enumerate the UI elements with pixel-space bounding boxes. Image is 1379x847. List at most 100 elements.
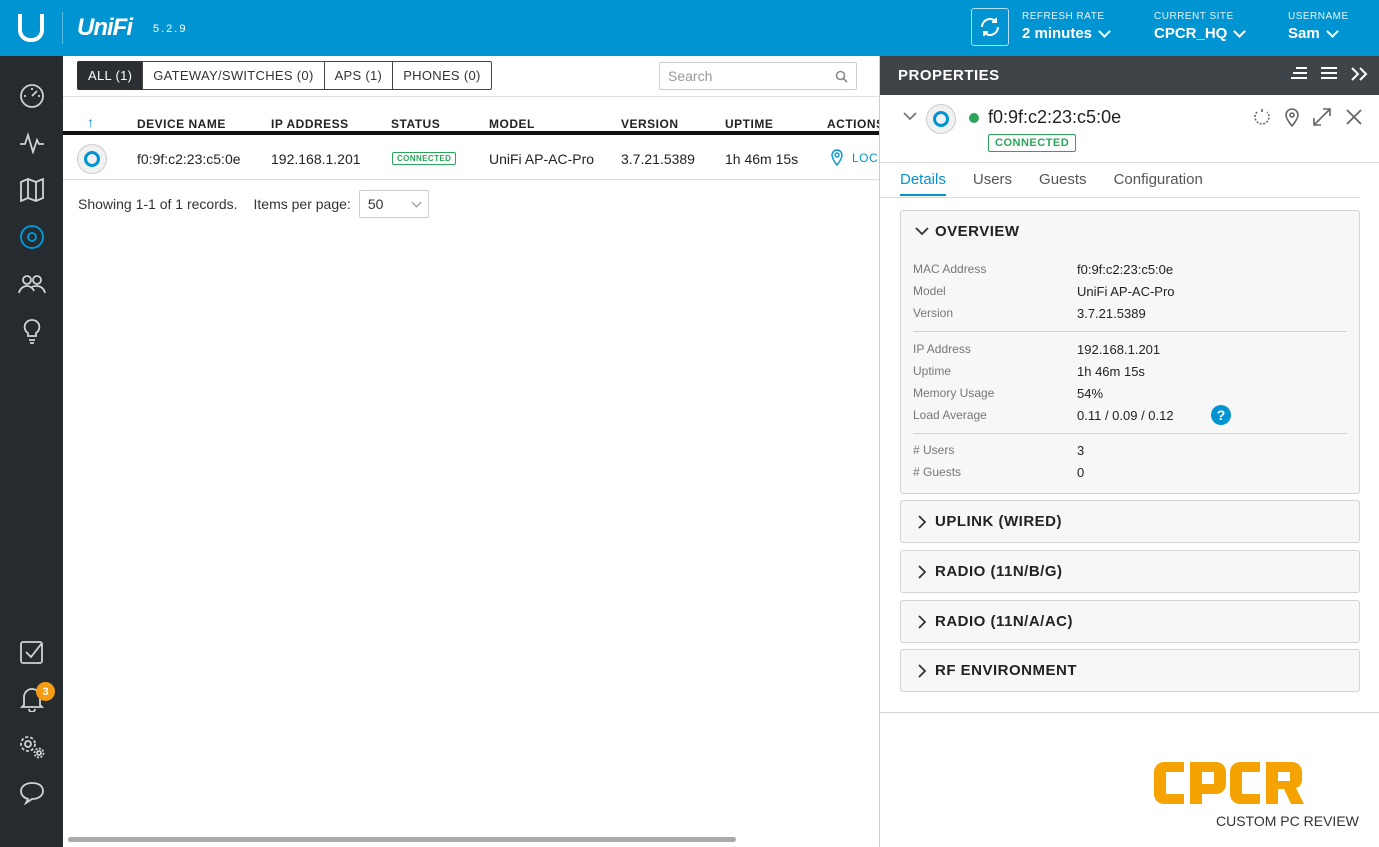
help-icon[interactable]: ? [1211,405,1231,425]
radio-nac-section[interactable]: RADIO (11N/A/AC) [900,600,1360,643]
sidebar-item-dashboard[interactable] [0,73,63,119]
close-icon[interactable] [1344,107,1364,127]
col-status[interactable]: STATUS [391,117,440,131]
mac-address-label: MAC Address [913,262,987,276]
chevron-down-icon[interactable] [902,110,918,122]
rf-environment-section[interactable]: RF ENVIRONMENT [900,649,1360,692]
filter-aps[interactable]: APS (1) [323,61,394,90]
sidebar-item-clients[interactable] [0,261,63,307]
sidebar: 3 [0,56,63,847]
alert-count-badge: 3 [36,682,55,701]
model-value: UniFi AP-AC-Pro [1077,284,1175,299]
support-chat-icon [19,782,44,805]
refresh-button[interactable] [971,8,1009,46]
filter-phones[interactable]: PHONES (0) [392,61,492,90]
chevron-right-icon [918,515,927,529]
tab-configuration[interactable]: Configuration [1114,171,1203,196]
uptime-value: 1h 46m 15s [1077,364,1145,379]
sidebar-item-devices[interactable] [0,214,63,260]
sidebar-item-map[interactable] [0,167,63,213]
current-site-select[interactable]: CURRENT SITE CPCR_HQ [1154,11,1247,42]
col-device-name[interactable]: DEVICE NAME [137,117,226,131]
current-site-value: CPCR_HQ [1154,25,1228,42]
sidebar-item-settings[interactable] [0,723,63,769]
ip-address-label: IP Address [913,342,971,356]
chevron-down-icon [411,197,422,207]
radio-ng-section[interactable]: RADIO (11N/B/G) [900,550,1360,593]
uptime-label: Uptime [913,364,952,378]
table-row[interactable]: f0:9f:c2:23:c5:0e 192.168.1.201 CONNECTE… [63,138,879,180]
tab-details[interactable]: Details [900,171,946,196]
top-bar: UniFi 5.2.9 REFRESH RATE 2 minutes CURRE… [0,0,1379,56]
username-menu[interactable]: USERNAME Sam [1288,11,1349,42]
horizontal-scrollbar[interactable] [68,837,736,842]
sidebar-item-support[interactable] [0,770,63,816]
filter-gateway-switches[interactable]: GATEWAY/SWITCHES (0) [142,61,325,90]
sort-lines-icon[interactable] [1290,66,1308,82]
col-ip-address[interactable]: IP ADDRESS [271,117,349,131]
sidebar-item-insights[interactable] [0,308,63,354]
properties-title: PROPERTIES [898,67,1000,84]
device-summary: f0:9f:c2:23:c5:0e CONNECTED [880,95,1379,163]
chevron-right-icon [918,664,927,678]
divider [913,433,1347,434]
status-badge: CONNECTED [392,152,457,165]
devices-main: ALL (1) GATEWAY/SWITCHES (0) APS (1) PHO… [63,56,884,847]
chevron-right-icon [918,615,927,629]
col-model[interactable]: MODEL [489,117,535,131]
users-count-value: 3 [1077,443,1085,458]
rf-environment-title: RF ENVIRONMENT [935,662,1077,679]
properties-header: PROPERTIES [880,56,1379,95]
properties-tabs: Details Users Guests Configuration [900,171,1203,196]
cpcr-watermark-logo: CUSTOM PC REVIEW [1152,756,1362,836]
sidebar-item-statistics[interactable] [0,120,63,166]
location-pin-icon [831,149,843,166]
search-input[interactable]: Search [659,62,857,90]
guests-count-value: 0 [1077,465,1085,480]
divider [913,331,1347,332]
app-brand: UniFi [77,14,133,41]
sidebar-item-alerts[interactable]: 3 [0,676,63,722]
sort-ascending-icon[interactable]: ↑ [87,114,94,130]
col-version[interactable]: VERSION [621,117,679,131]
items-per-page-value: 50 [367,196,384,212]
overview-title[interactable]: OVERVIEW [935,223,1020,240]
chevron-down-icon [1233,24,1247,38]
chevron-down-icon[interactable] [915,226,929,236]
pagination: Showing 1-1 of 1 records. Items per page… [78,190,429,218]
chevron-right-icon [918,565,927,579]
overview-section: OVERVIEW MAC Address f0:9f:c2:23:c5:0e Mo… [900,210,1360,494]
locate-action-label: LOC [852,150,879,165]
refresh-rate-select[interactable]: REFRESH RATE 2 minutes [1022,11,1111,42]
restart-icon[interactable] [1252,107,1272,127]
username-label: USERNAME [1288,11,1349,22]
locate-icon[interactable] [1284,107,1300,127]
sidebar-item-events[interactable] [0,629,63,675]
locate-action[interactable]: LOC [831,149,878,166]
insights-icon [23,319,40,344]
device-name: f0:9f:c2:23:c5:0e [988,107,1122,127]
divider [63,96,879,97]
ubiquiti-logo-icon[interactable] [0,0,62,56]
devices-icon [19,225,44,249]
items-per-page-select[interactable]: 50 [358,190,429,218]
tab-users[interactable]: Users [973,171,1012,196]
divider [880,712,1379,713]
collapse-panel-icon[interactable] [1350,66,1368,82]
expand-icon[interactable] [1312,107,1332,127]
users-count-label: # Users [913,443,955,457]
status-badge: CONNECTED [988,134,1077,152]
map-icon [19,178,44,202]
device-filter-tabs: ALL (1) GATEWAY/SWITCHES (0) APS (1) PHO… [77,61,492,90]
online-status-dot [969,113,979,123]
col-actions: ACTIONS [827,117,885,131]
access-point-icon [926,104,956,134]
records-count: Showing 1-1 of 1 records. [78,196,238,212]
col-uptime[interactable]: UPTIME [725,117,773,131]
access-point-icon [77,144,107,174]
menu-icon[interactable] [1320,66,1338,82]
uplink-section[interactable]: UPLINK (WIRED) [900,500,1360,543]
tab-guests[interactable]: Guests [1039,171,1087,196]
filter-all[interactable]: ALL (1) [77,61,144,90]
load-average-value: 0.11 / 0.09 / 0.12 [1077,408,1174,423]
